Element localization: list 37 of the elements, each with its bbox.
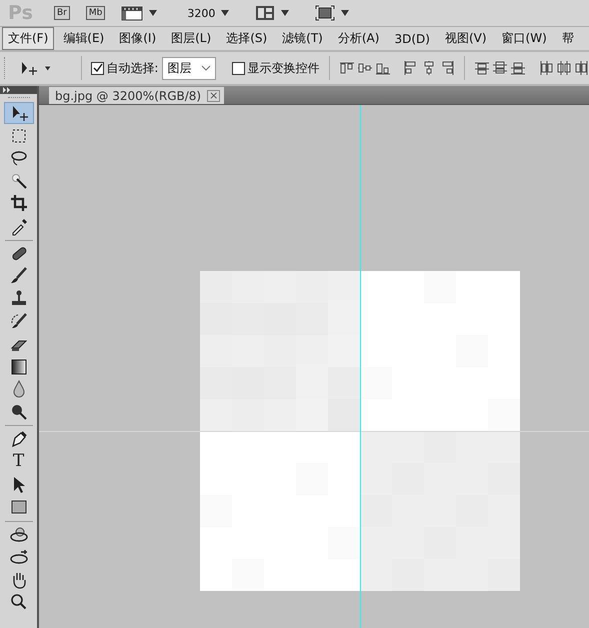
film-icon[interactable] [121, 5, 144, 21]
gradient-icon [8, 356, 28, 377]
expand-icon[interactable] [3, 87, 11, 93]
menu-item[interactable]: 帮 [556, 27, 580, 50]
checkbox[interactable] [91, 62, 104, 74]
target-dropdown[interactable]: 图层 [162, 56, 216, 80]
screen-mode-icon[interactable] [315, 5, 336, 21]
menu-item[interactable]: 图层(L) [165, 27, 218, 50]
align-icon[interactable] [555, 59, 573, 77]
checkbox-label: 自动选择: [106, 60, 158, 76]
zoom-level[interactable]: 3200 [187, 6, 216, 20]
layout-icon[interactable] [255, 5, 276, 21]
caret-icon[interactable] [45, 66, 51, 70]
align-icon[interactable] [573, 59, 589, 77]
close-button[interactable]: × [207, 90, 220, 102]
menu-item[interactable]: 视图(V) [438, 27, 493, 50]
bridge-button[interactable]: Br [54, 6, 70, 20]
menu-item[interactable]: 文件(F) [2, 27, 54, 50]
chevron-icon [201, 65, 212, 71]
menu-item[interactable]: 窗口(W) [496, 27, 553, 50]
menu-item[interactable]: 3D(D) [388, 28, 436, 48]
crop-icon [8, 193, 28, 214]
document-tab[interactable]: bg.jpg @ 3200%(RGB/8) × [49, 87, 224, 104]
caret-icon[interactable] [221, 10, 230, 16]
menu-item[interactable]: 选择(S) [220, 27, 274, 50]
caret-icon[interactable] [341, 10, 350, 16]
tool-button[interactable]: T [4, 450, 34, 473]
checkbox[interactable] [232, 62, 246, 74]
caret-icon[interactable] [281, 10, 290, 16]
caret-icon[interactable] [149, 10, 158, 16]
menu-item[interactable]: 图像(I) [113, 27, 162, 50]
menu-item[interactable]: 编辑(E) [57, 27, 110, 50]
menu-item[interactable]: 滤镜(T) [276, 27, 329, 50]
mini-bridge-button[interactable]: Mb [86, 6, 106, 20]
checkbox-label: 显示变换控件 [247, 60, 320, 76]
menu-item[interactable]: 分析(A) [332, 27, 386, 50]
tool-button[interactable] [4, 102, 34, 124]
